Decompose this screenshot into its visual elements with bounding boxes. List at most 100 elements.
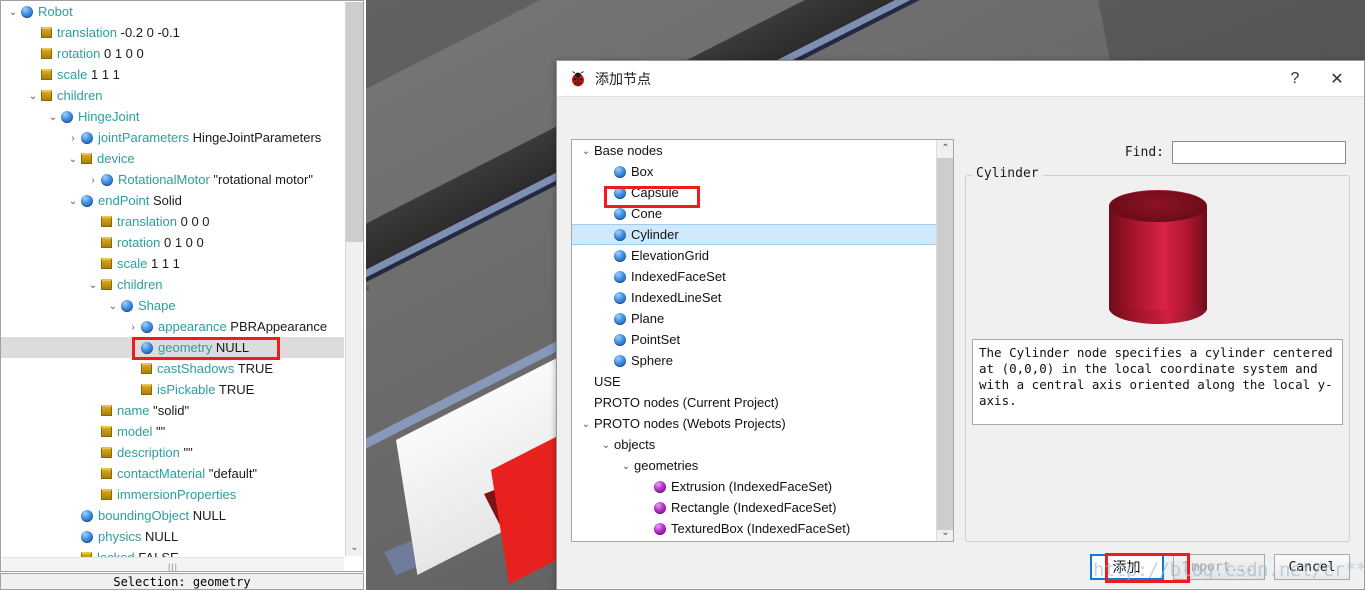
node-list-item[interactable]: ElevationGrid bbox=[572, 245, 936, 266]
node-list-rows[interactable]: ⌄ Base nodes Box Capsule Cone Cylinder El… bbox=[572, 140, 936, 541]
tree-row[interactable]: scale 1 1 1 bbox=[1, 253, 344, 274]
node-list-item[interactable]: Plane bbox=[572, 308, 936, 329]
tree-row[interactable]: castShadows TRUE bbox=[1, 358, 344, 379]
tree-row[interactable]: contactMaterial "default" bbox=[1, 463, 344, 484]
chevron-down-icon[interactable]: ⌄ bbox=[65, 191, 81, 212]
field-box-icon bbox=[41, 48, 52, 59]
tree-row[interactable]: immersionProperties bbox=[1, 484, 344, 505]
tree-row[interactable]: translation 0 0 0 bbox=[1, 211, 344, 232]
tree-row[interactable]: ⌄ children bbox=[1, 85, 344, 106]
node-sphere-icon bbox=[101, 174, 113, 186]
chevron-down-icon[interactable]: ⌄ bbox=[25, 86, 41, 107]
chevron-down-icon[interactable]: ⌄ bbox=[578, 414, 594, 435]
node-list-item[interactable]: Extrusion (IndexedFaceSet) bbox=[572, 476, 936, 497]
tree-row-value: HingeJointParameters bbox=[192, 130, 322, 145]
chevron-right-icon[interactable]: › bbox=[65, 128, 81, 149]
chevron-down-icon[interactable]: ⌄ bbox=[5, 2, 21, 23]
tree-row[interactable]: ⌄ endPoint Solid bbox=[1, 190, 344, 211]
node-list-item-selected[interactable]: Cylinder bbox=[572, 224, 936, 245]
node-list-item[interactable]: Cone bbox=[572, 203, 936, 224]
node-list-item[interactable]: USE bbox=[572, 371, 936, 392]
tree-row-value: NULL bbox=[192, 508, 226, 523]
tree-row[interactable]: ⌄ device bbox=[1, 148, 344, 169]
node-list-item[interactable]: ⌄ geometries bbox=[572, 455, 936, 476]
chevron-down-icon[interactable]: ⌄ bbox=[598, 435, 614, 456]
scrollbar-thumb[interactable] bbox=[346, 2, 363, 242]
tree-row-value: Solid bbox=[152, 193, 182, 208]
tree-row[interactable]: rotation 0 1 0 0 bbox=[1, 43, 344, 64]
tree-row-label: name bbox=[117, 403, 150, 418]
chevron-down-icon[interactable]: ⌄ bbox=[346, 539, 363, 556]
import-button[interactable]: Import... bbox=[1172, 554, 1265, 580]
tree-row[interactable]: ⌄ Shape bbox=[1, 295, 344, 316]
tree-row-value: 0 0 0 bbox=[180, 214, 210, 229]
node-list-item[interactable]: ⌄ PROTO nodes (Webots Projects) bbox=[572, 413, 936, 434]
node-list-item[interactable]: IndexedFaceSet bbox=[572, 266, 936, 287]
dialog-titlebar[interactable]: 添加节点 ? ✕ bbox=[557, 61, 1364, 97]
tree-row[interactable]: model "" bbox=[1, 421, 344, 442]
node-list-item[interactable]: ⌄ Base nodes bbox=[572, 140, 936, 161]
tree-row[interactable]: isPickable TRUE bbox=[1, 379, 344, 400]
tree-row[interactable]: name "solid" bbox=[1, 400, 344, 421]
scene-tree-panel[interactable]: ⌄ Robot translation -0.2 0 -0.1 rotation … bbox=[0, 0, 364, 572]
field-box-icon bbox=[41, 27, 52, 38]
chevron-right-icon[interactable]: › bbox=[85, 170, 101, 191]
tree-row[interactable]: scale 1 1 1 bbox=[1, 64, 344, 85]
scene-tree-horizontal-scrollbar[interactable]: ||| bbox=[2, 557, 344, 571]
tree-row[interactable]: physics NULL bbox=[1, 526, 344, 547]
node-list-item[interactable]: ⌄ objects bbox=[572, 434, 936, 455]
chevron-down-icon[interactable]: ⌄ bbox=[618, 456, 634, 477]
chevron-down-icon[interactable]: ⌄ bbox=[85, 275, 101, 296]
scrollbar-thumb[interactable] bbox=[937, 158, 953, 530]
node-list-scrollbar[interactable]: ⌃ ⌄ bbox=[936, 140, 953, 541]
node-list-item[interactable]: Rectangle (IndexedFaceSet) bbox=[572, 497, 936, 518]
tree-row[interactable]: description "" bbox=[1, 442, 344, 463]
tree-row[interactable]: ⌄ Robot bbox=[1, 1, 344, 22]
splitter-grip-icon[interactable]: ≡ bbox=[366, 284, 372, 300]
tree-row[interactable]: › RotationalMotor "rotational motor" bbox=[1, 169, 344, 190]
help-icon[interactable]: ? bbox=[1274, 62, 1316, 96]
chevron-up-icon[interactable]: ⌃ bbox=[937, 140, 953, 157]
tree-row[interactable]: › appearance PBRAppearance bbox=[1, 316, 344, 337]
add-node-dialog[interactable]: 添加节点 ? ✕ ⌄ Base nodes Box Capsule Cone Cy… bbox=[556, 60, 1365, 590]
tree-row[interactable]: locked FALSE bbox=[1, 547, 344, 557]
node-list-item[interactable]: TexturedBox (IndexedFaceSet) bbox=[572, 518, 936, 539]
tree-row[interactable]: translation -0.2 0 -0.1 bbox=[1, 22, 344, 43]
node-list[interactable]: ⌄ Base nodes Box Capsule Cone Cylinder El… bbox=[571, 139, 954, 542]
chevron-right-icon[interactable]: › bbox=[125, 317, 141, 338]
node-list-item[interactable]: Capsule bbox=[572, 182, 936, 203]
node-list-item[interactable]: Sphere bbox=[572, 350, 936, 371]
find-input[interactable] bbox=[1172, 141, 1346, 164]
tree-row[interactable]: ⌄ HingeJoint bbox=[1, 106, 344, 127]
tree-row-value: TRUE bbox=[218, 382, 255, 397]
proto-sphere-icon bbox=[654, 502, 666, 514]
add-button[interactable]: 添加 bbox=[1089, 554, 1164, 580]
chevron-down-icon[interactable]: ⌄ bbox=[578, 141, 594, 162]
tree-row[interactable]: ⌄ children bbox=[1, 274, 344, 295]
chevron-down-icon[interactable]: ⌄ bbox=[45, 107, 61, 128]
tree-row-label: scale bbox=[117, 256, 148, 271]
chevron-down-icon[interactable]: ⌄ bbox=[65, 149, 81, 170]
proto-sphere-icon bbox=[654, 481, 666, 493]
tree-row-label: geometry bbox=[158, 340, 213, 355]
tree-row[interactable]: rotation 0 1 0 0 bbox=[1, 232, 344, 253]
scene-tree-vertical-scrollbar[interactable]: ⌄ bbox=[345, 2, 363, 556]
node-list-item[interactable]: PROTO nodes (Current Project) bbox=[572, 392, 936, 413]
scene-tree-rows[interactable]: ⌄ Robot translation -0.2 0 -0.1 rotation … bbox=[1, 1, 344, 557]
chevron-down-icon[interactable]: ⌄ bbox=[937, 524, 953, 541]
node-list-item[interactable]: Box bbox=[572, 161, 936, 182]
node-list-item[interactable]: PointSet bbox=[572, 329, 936, 350]
node-list-item[interactable]: TexturedParallelepiped (IndexedFaceSet) bbox=[572, 539, 936, 541]
chevron-down-icon[interactable]: ⌄ bbox=[105, 296, 121, 317]
tree-row[interactable]: geometry NULL bbox=[1, 337, 344, 358]
tree-row[interactable]: boundingObject NULL bbox=[1, 505, 344, 526]
close-icon[interactable]: ✕ bbox=[1316, 62, 1358, 96]
node-list-item[interactable]: IndexedLineSet bbox=[572, 287, 936, 308]
cancel-button[interactable]: Cancel bbox=[1274, 554, 1350, 580]
field-box-icon bbox=[101, 426, 112, 437]
tree-row[interactable]: › jointParameters HingeJointParameters bbox=[1, 127, 344, 148]
